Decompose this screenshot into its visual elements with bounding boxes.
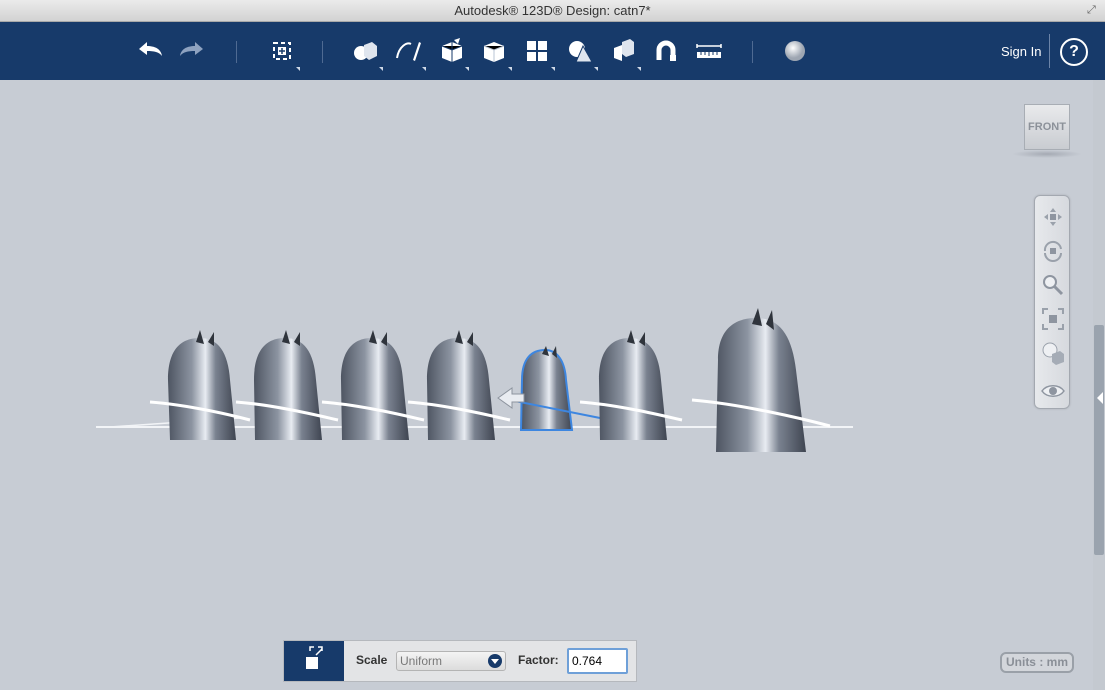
factor-label: Factor: [518,653,559,667]
dropdown-indicator-icon [551,67,555,71]
toolbar-separator [1049,34,1050,68]
cat-figure[interactable] [691,308,831,452]
fit-button[interactable] [1040,306,1066,332]
measure-button[interactable] [692,35,726,67]
toolbar-separator [322,41,323,63]
window-title-bar: Autodesk® 123D® Design: catn7* ⤢ [0,0,1105,22]
primitives-icon [354,42,377,60]
modify-button[interactable] [477,35,512,71]
scene-canvas[interactable] [0,80,1093,690]
navigation-bar [1034,195,1070,409]
units-indicator[interactable]: Units : mm [1000,652,1074,673]
dropdown-indicator-icon [637,67,641,71]
pan-button[interactable] [1040,204,1066,230]
help-button[interactable]: ? [1060,38,1088,66]
visibility-eye-icon [1041,385,1065,397]
redo-button[interactable] [175,35,209,67]
cat-figure[interactable] [235,330,339,440]
view-cube-shadow [1012,150,1082,158]
fullscreen-icon[interactable]: ⤢ [1087,4,1099,16]
undo-icon [139,42,162,56]
grouping-button[interactable] [563,35,598,71]
dropdown-indicator-icon [465,67,469,71]
orbit-button[interactable] [1040,238,1066,264]
snap-button[interactable] [649,35,683,67]
view-mode-icon [1042,342,1064,365]
material-button[interactable] [778,35,812,67]
undo-button[interactable] [133,35,167,67]
visibility-button[interactable] [1040,378,1066,404]
cat-figure-selected[interactable] [497,346,601,431]
dropdown-indicator-icon [508,67,512,71]
scale-panel: Scale Uniform Factor: [283,640,637,682]
sketch-button[interactable] [391,35,426,71]
dropdown-indicator-icon [296,67,300,71]
scrollbar-thumb[interactable] [1094,325,1104,555]
factor-input[interactable] [567,648,628,674]
redo-icon [180,42,203,56]
transform-icon [273,42,291,60]
pan-icon [1044,208,1062,226]
construct-button[interactable] [434,35,469,71]
orbit-icon [1043,240,1062,262]
material-sphere-icon [785,41,805,61]
cat-figure[interactable] [407,330,511,440]
dropdown-indicator-icon [379,67,383,71]
scale-icon [306,646,323,669]
toolbar-separator [236,41,237,63]
zoom-icon [1043,275,1064,296]
cat-figure[interactable] [321,330,425,440]
zoom-button[interactable] [1040,272,1066,298]
toolbar-separator [752,41,753,63]
combine-icon [614,39,634,61]
construct-icon [441,38,463,62]
window-title: Autodesk® 123D® Design: catn7* [454,3,651,18]
sign-in-link[interactable]: Sign In [1001,44,1041,59]
dropdown-indicator-icon [594,67,598,71]
primitives-button[interactable] [348,35,383,71]
scale-tool-button[interactable] [284,641,344,681]
fit-icon [1042,308,1064,330]
sketch-icon [396,42,421,61]
3d-viewport[interactable] [0,80,1093,690]
pattern-button[interactable] [520,35,555,71]
grouping-icon [569,41,593,63]
combine-button[interactable] [606,35,641,71]
view-cube[interactable]: FRONT [1024,104,1070,150]
main-toolbar: Sign In ? [0,22,1105,80]
measure-icon [696,44,722,58]
scale-mode-value: Uniform [400,654,443,668]
transform-button[interactable] [265,35,300,71]
right-scrollbar[interactable] [1093,80,1105,690]
dropdown-indicator-icon [422,67,426,71]
scale-label: Scale [356,653,388,667]
pattern-icon [527,41,547,61]
chevron-down-icon[interactable] [488,654,502,668]
view-mode-button[interactable] [1040,340,1066,366]
modify-icon [483,42,505,62]
scale-mode-select[interactable]: Uniform [396,651,506,671]
move-arrow-icon[interactable] [497,387,525,409]
cat-figure[interactable] [579,330,683,440]
collapse-arrow-icon[interactable] [1097,392,1103,404]
snap-magnet-icon [656,40,676,61]
